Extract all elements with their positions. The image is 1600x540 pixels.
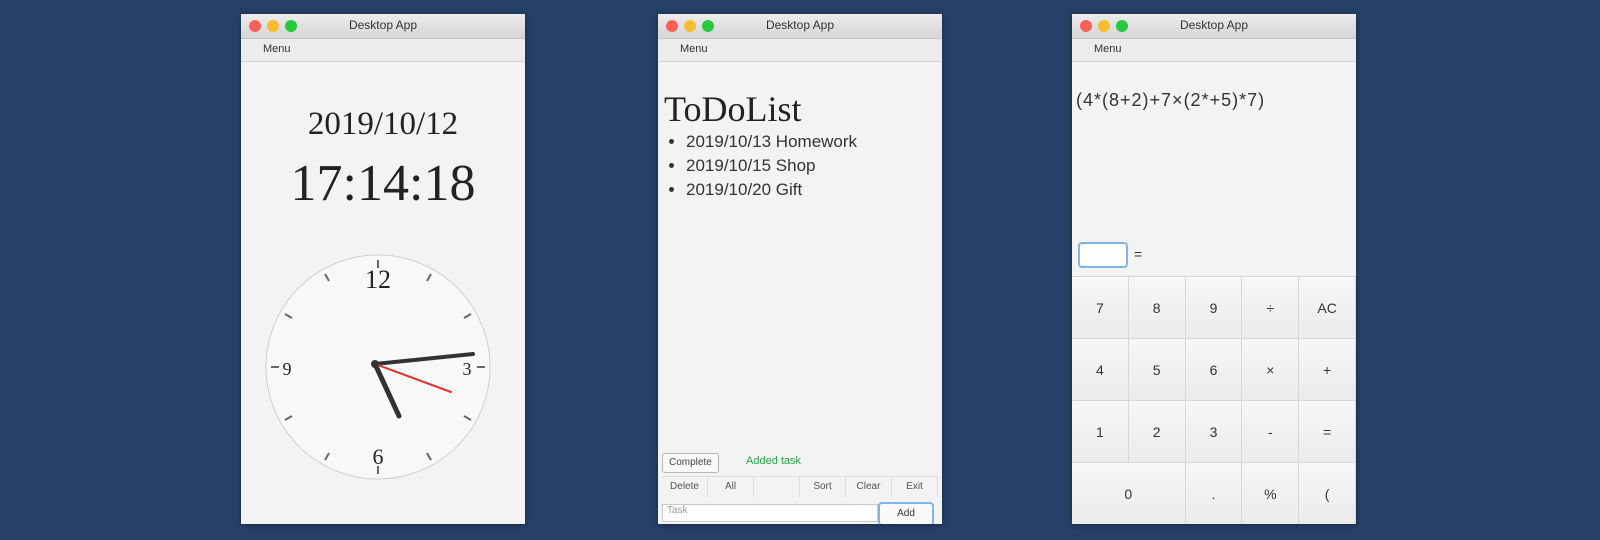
titlebar: Desktop App: [241, 14, 525, 39]
result-input[interactable]: [1078, 242, 1128, 268]
key-2[interactable]: 2: [1128, 401, 1186, 463]
dial-number-12: 12: [365, 265, 391, 294]
window-title: Desktop App: [1179, 18, 1249, 32]
menu-bar: Menu: [241, 39, 525, 62]
menu-item[interactable]: Menu: [1094, 43, 1122, 55]
segment-exit[interactable]: Exit: [892, 477, 938, 497]
key-paren[interactable]: (: [1299, 463, 1356, 524]
key-divide[interactable]: ÷: [1242, 277, 1300, 339]
status-text: Added task: [746, 455, 802, 467]
titlebar: Desktop App: [1072, 14, 1356, 39]
key-clear[interactable]: AC: [1299, 277, 1356, 339]
key-5[interactable]: 5: [1128, 339, 1186, 401]
clock-center: [371, 360, 379, 368]
dial-number-9: 9: [283, 359, 292, 379]
menu-item[interactable]: Menu: [263, 43, 291, 55]
key-equals[interactable]: =: [1299, 401, 1356, 463]
keypad: 7 8 9 ÷ AC 4 5 6 × + 1 2 3 - = 0 . % (: [1072, 276, 1356, 524]
time-display: 17:14:18: [290, 155, 476, 212]
key-1[interactable]: 1: [1072, 401, 1129, 463]
action-segments: Delete All Sort Clear Exit: [662, 476, 938, 497]
analog-clock: 12 3 6 9: [265, 254, 491, 480]
complete-button[interactable]: Complete: [662, 453, 719, 473]
window-title: Desktop App: [348, 18, 418, 32]
date-display: 2019/10/12: [307, 106, 459, 142]
key-0[interactable]: 0: [1072, 463, 1186, 524]
calculator-window: Desktop App Menu (4*(8+2)+7×(2*+5)*7) = …: [1072, 14, 1356, 524]
dial-number-6: 6: [373, 444, 384, 469]
todo-list: 2019/10/13 Homework 2019/10/15 Shop 2019…: [686, 132, 857, 204]
key-4[interactable]: 4: [1072, 339, 1129, 401]
segment-blank[interactable]: [754, 477, 800, 497]
key-6[interactable]: 6: [1185, 339, 1243, 401]
clock-window: Desktop App Menu 2019/10/12 17:14:18 12 …: [241, 14, 525, 524]
key-plus[interactable]: +: [1299, 339, 1356, 401]
key-8[interactable]: 8: [1128, 277, 1186, 339]
expression-display: (4*(8+2)+7×(2*+5)*7): [1076, 90, 1266, 110]
todo-item[interactable]: 2019/10/13 Homework: [686, 132, 857, 152]
key-3[interactable]: 3: [1185, 401, 1243, 463]
todo-item[interactable]: 2019/10/20 Gift: [686, 180, 857, 200]
titlebar: Desktop App: [658, 14, 942, 39]
segment-all[interactable]: All: [708, 477, 754, 497]
equals-label: =: [1134, 246, 1143, 262]
todo-heading: ToDoList: [664, 89, 802, 129]
key-decimal[interactable]: .: [1185, 463, 1243, 524]
segment-sort[interactable]: Sort: [800, 477, 846, 497]
window-title: Desktop App: [765, 18, 835, 32]
key-multiply[interactable]: ×: [1242, 339, 1300, 401]
menu-bar: Menu: [658, 39, 942, 62]
key-minus[interactable]: -: [1242, 401, 1300, 463]
key-percent[interactable]: %: [1242, 463, 1300, 524]
key-7[interactable]: 7: [1072, 277, 1129, 339]
key-9[interactable]: 9: [1185, 277, 1243, 339]
menu-bar: Menu: [1072, 39, 1356, 62]
todo-window: Desktop App Menu ToDoList 2019/10/13 Hom…: [658, 14, 942, 524]
menu-item[interactable]: Menu: [680, 43, 708, 55]
add-button[interactable]: Add: [878, 502, 934, 524]
segment-clear[interactable]: Clear: [846, 477, 892, 497]
segment-delete[interactable]: Delete: [662, 477, 708, 497]
todo-item[interactable]: 2019/10/15 Shop: [686, 156, 857, 176]
dial-number-3: 3: [463, 359, 472, 379]
task-input[interactable]: Task: [662, 504, 878, 522]
